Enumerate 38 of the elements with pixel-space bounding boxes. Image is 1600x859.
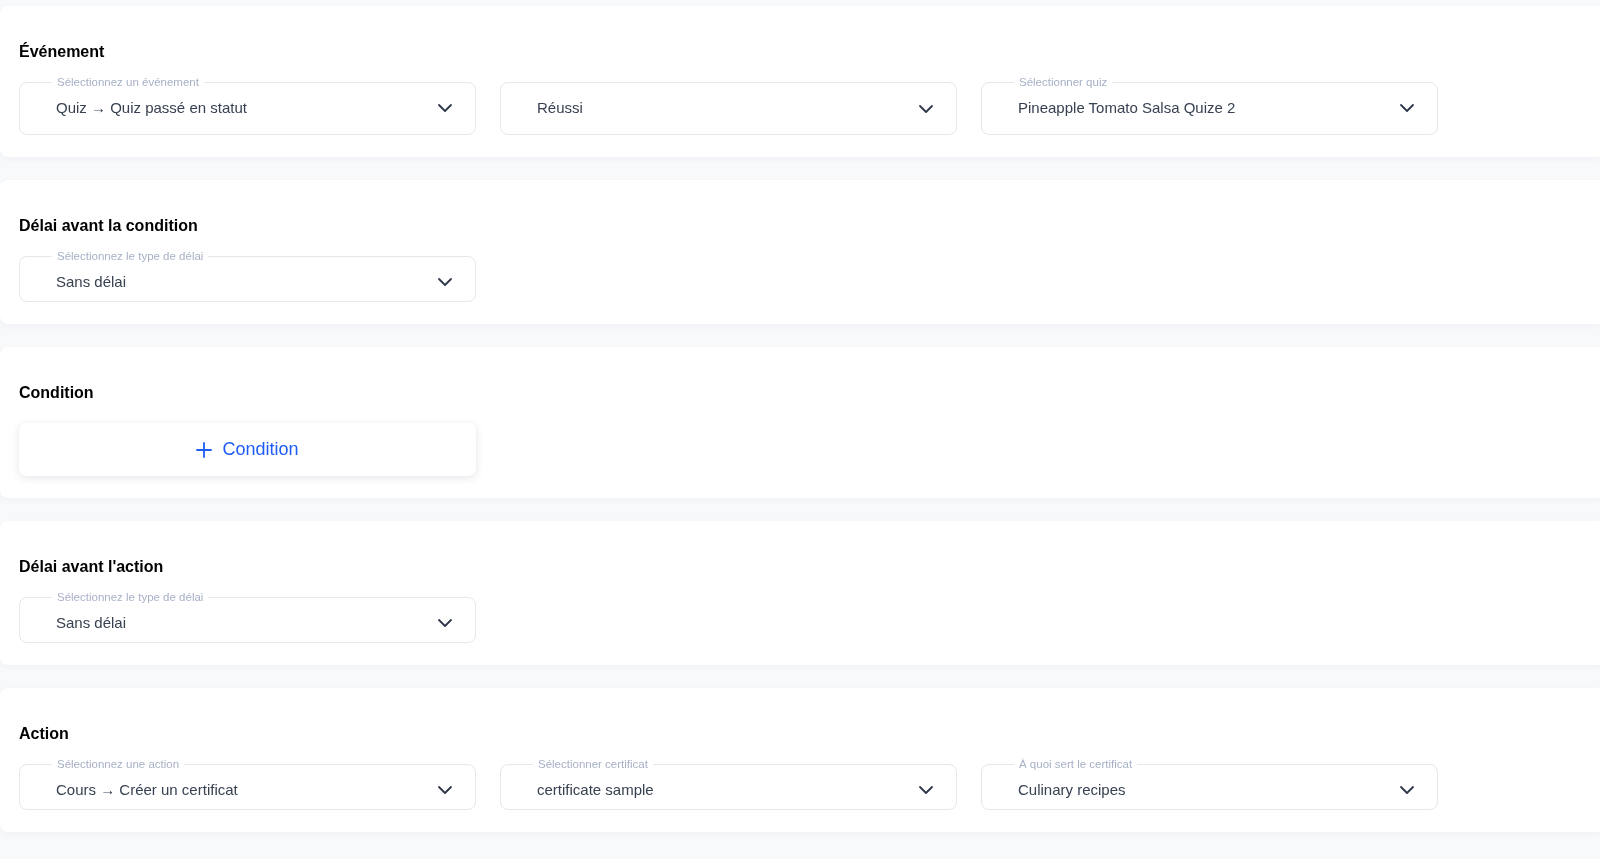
select-value: Quiz → Quiz passé en statut xyxy=(56,97,248,118)
section-heading: Condition xyxy=(19,383,95,403)
field-label: Sélectionnez le type de délai xyxy=(56,590,205,604)
select-field[interactable]: Sélectionnez une action Cours → Créer un certificat xyxy=(19,757,476,810)
select-value: Sans délai xyxy=(56,612,128,633)
select-value: Culinary recipes xyxy=(1018,779,1127,800)
chevron-down-icon xyxy=(437,277,453,287)
select-field[interactable]: À quoi sert le certificat Culinary recipes xyxy=(981,757,1438,810)
select-value: Pineapple Tomato Salsa Quize 2 xyxy=(1018,97,1237,118)
field-label: Sélectionnez un événement xyxy=(56,75,200,89)
chevron-down-icon xyxy=(437,103,453,113)
select-field[interactable]: Sélectionner quiz Pineapple Tomato Salsa Quize 2 xyxy=(981,75,1438,135)
select-field[interactable]: Sélectionnez le type de délai Sans délai xyxy=(19,249,476,302)
select-value: certificate sample xyxy=(537,779,655,800)
chevron-down-icon xyxy=(437,618,453,628)
select-value: Réussi xyxy=(537,98,584,119)
field-label: Sélectionnez une action xyxy=(56,757,181,771)
plus-icon xyxy=(196,441,213,458)
select-field[interactable]: Réussi xyxy=(500,82,957,135)
field-label: Sélectionner certificat xyxy=(537,757,649,771)
field-label: Sélectionnez le type de délai xyxy=(56,249,205,263)
section-heading: Événement xyxy=(19,42,106,62)
select-field[interactable]: Sélectionner certificat certificate sample xyxy=(500,757,957,810)
select-field[interactable]: Sélectionnez un événement Quiz → Quiz passé en statut xyxy=(19,75,476,135)
select-field[interactable]: Sélectionnez le type de délai Sans délai xyxy=(19,590,476,643)
field-label: À quoi sert le certificat xyxy=(1018,757,1134,771)
add-condition-button[interactable]: Condition xyxy=(19,423,476,476)
chevron-down-icon xyxy=(918,103,934,114)
chevron-down-icon xyxy=(437,785,453,795)
select-value: Sans délai xyxy=(56,271,128,292)
field-label: Sélectionner quiz xyxy=(1018,75,1109,89)
chevron-down-icon xyxy=(918,785,934,795)
section-heading: Délai avant l'action xyxy=(19,557,165,577)
section-heading: Délai avant la condition xyxy=(19,216,199,236)
chevron-down-icon xyxy=(1399,103,1415,113)
section-heading: Action xyxy=(19,724,70,744)
select-value: Cours → Créer un certificat xyxy=(56,779,239,800)
chevron-down-icon xyxy=(1399,785,1415,795)
